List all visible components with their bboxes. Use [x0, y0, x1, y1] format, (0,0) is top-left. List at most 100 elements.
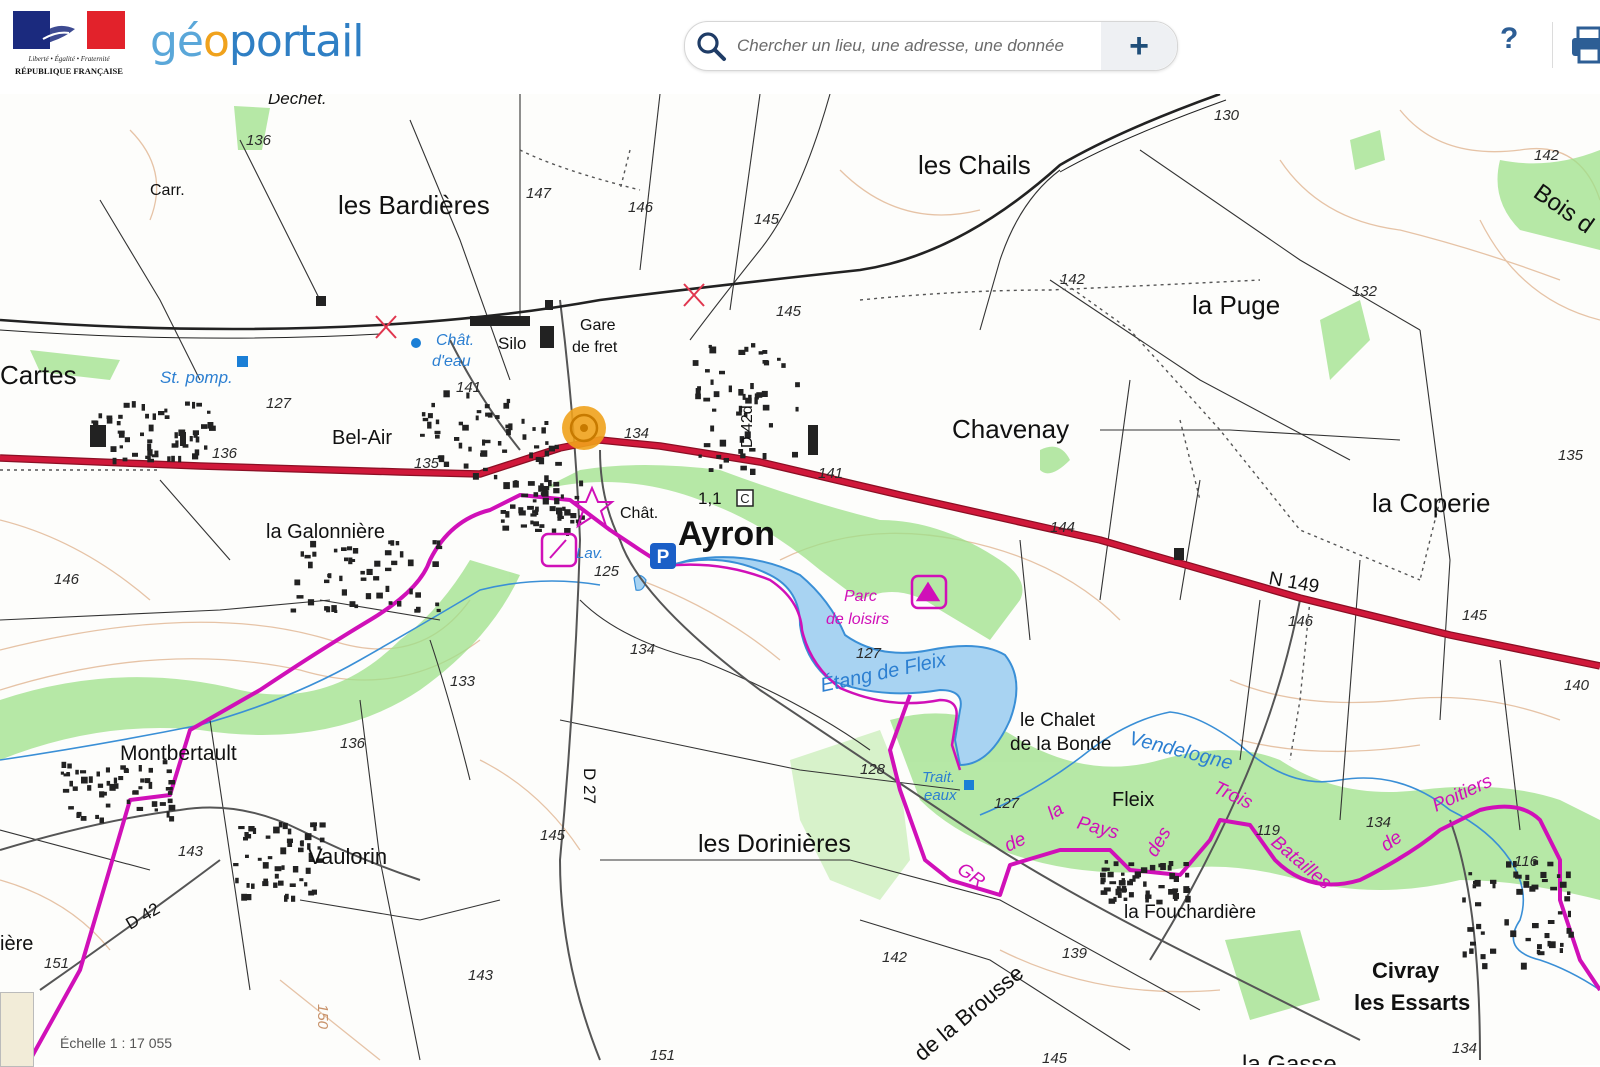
building	[1547, 940, 1551, 947]
search-input[interactable]	[735, 31, 1099, 61]
building	[1567, 891, 1571, 895]
building	[144, 778, 151, 784]
topographic-map[interactable]: P C Dechet. Carr. les Bardières les Chai…	[0, 94, 1600, 1065]
building	[703, 397, 711, 402]
building	[1537, 944, 1542, 950]
search-icon[interactable]	[695, 30, 727, 62]
republique-francaise-logo: Liberté • Égalité • Fraternité RÉPUBLIQU…	[13, 11, 125, 76]
location-marker[interactable]	[562, 406, 606, 450]
building	[482, 439, 486, 446]
building	[233, 863, 239, 867]
building	[750, 383, 754, 390]
building	[1541, 879, 1548, 883]
building	[438, 455, 445, 463]
building	[319, 822, 326, 828]
km-marker-icon: C	[736, 489, 754, 507]
building	[463, 463, 469, 469]
building	[1145, 894, 1152, 899]
building	[1525, 874, 1530, 881]
building	[432, 561, 439, 567]
building	[1472, 884, 1477, 889]
building	[339, 575, 343, 582]
building	[1134, 871, 1141, 878]
building	[538, 457, 545, 465]
building	[495, 415, 500, 419]
building	[112, 457, 117, 465]
building	[564, 528, 571, 534]
building	[518, 507, 524, 514]
building	[506, 398, 511, 404]
km-marker-label: C	[740, 491, 749, 506]
building	[1475, 902, 1482, 907]
building	[505, 424, 509, 429]
building	[1462, 951, 1467, 958]
elevation-label: 132	[1352, 283, 1378, 300]
building	[319, 837, 325, 843]
building	[521, 418, 525, 424]
building	[246, 883, 250, 888]
help-button[interactable]: ?	[1500, 22, 1518, 56]
building	[324, 606, 329, 611]
elevation-label: 128	[860, 761, 886, 778]
building	[497, 441, 502, 446]
building	[532, 499, 537, 503]
building	[1565, 871, 1571, 879]
building	[1128, 892, 1134, 898]
elevation-label: 136	[340, 735, 366, 752]
place-chat-eau: Chât.	[436, 332, 474, 349]
building	[738, 389, 744, 396]
building	[555, 461, 562, 466]
logo-republique: RÉPUBLIQUE FRANÇAISE	[15, 66, 123, 76]
building	[1536, 949, 1541, 954]
building	[432, 540, 437, 545]
building	[416, 606, 421, 612]
building	[560, 494, 564, 499]
building	[1143, 881, 1147, 887]
place-de-loisirs: de loisirs	[826, 611, 889, 628]
advanced-search-button[interactable]: +	[1101, 22, 1177, 70]
building	[365, 593, 372, 600]
place-les-essarts: les Essarts	[1354, 990, 1470, 1015]
elevation-label: 127	[856, 645, 882, 662]
building	[192, 401, 196, 409]
building	[324, 579, 330, 584]
elevation-label: 133	[450, 673, 476, 690]
water-treatment-icon	[964, 780, 974, 790]
building	[304, 882, 308, 887]
building	[96, 771, 100, 777]
building	[196, 402, 202, 407]
search-bar: +	[684, 21, 1178, 71]
building	[178, 455, 182, 463]
building	[436, 540, 441, 546]
building	[435, 434, 440, 439]
building	[1490, 948, 1497, 954]
building	[238, 826, 245, 830]
building	[69, 780, 73, 787]
building	[792, 451, 798, 458]
building	[147, 449, 153, 456]
building	[1127, 880, 1133, 886]
print-icon[interactable]	[1570, 22, 1600, 66]
map-view[interactable]: P C Dechet. Carr. les Bardières les Chai…	[0, 94, 1600, 1065]
building	[1559, 948, 1563, 953]
building	[1123, 888, 1127, 892]
building	[248, 826, 255, 832]
building	[148, 424, 154, 432]
building	[1480, 931, 1485, 935]
building	[712, 408, 717, 412]
building	[87, 785, 92, 791]
building	[1118, 880, 1126, 886]
overview-minimap[interactable]	[0, 992, 34, 1067]
building	[151, 801, 158, 807]
building	[171, 443, 179, 448]
road-d42d: D 42d	[739, 405, 756, 448]
building	[1183, 862, 1189, 867]
building	[1467, 927, 1474, 932]
building	[728, 385, 732, 393]
elevation-label: 145	[776, 303, 802, 320]
parking-icon: P	[650, 543, 676, 569]
geoportail-brand[interactable]: géoportail	[150, 14, 365, 70]
place-les-dorinieres: les Dorinières	[698, 830, 851, 858]
building	[204, 445, 208, 450]
building	[244, 894, 252, 901]
